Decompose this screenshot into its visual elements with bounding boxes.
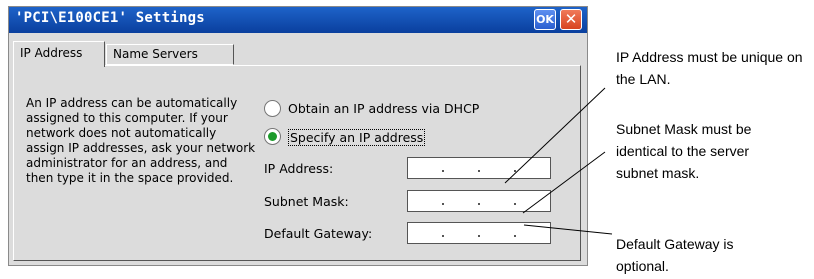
subnet-callout-line: [522, 151, 606, 214]
subnet-callout: Subnet Mask must be identical to the ser…: [616, 121, 752, 181]
ip-callout: IP Address must be unique on the LAN.: [616, 49, 803, 87]
ip-callout-line: [504, 87, 606, 184]
gateway-callout-line: [523, 224, 613, 235]
tab-ip-address[interactable]: IP Address: [13, 41, 105, 67]
gateway-callout: Default Gateway is optional.: [616, 236, 734, 274]
